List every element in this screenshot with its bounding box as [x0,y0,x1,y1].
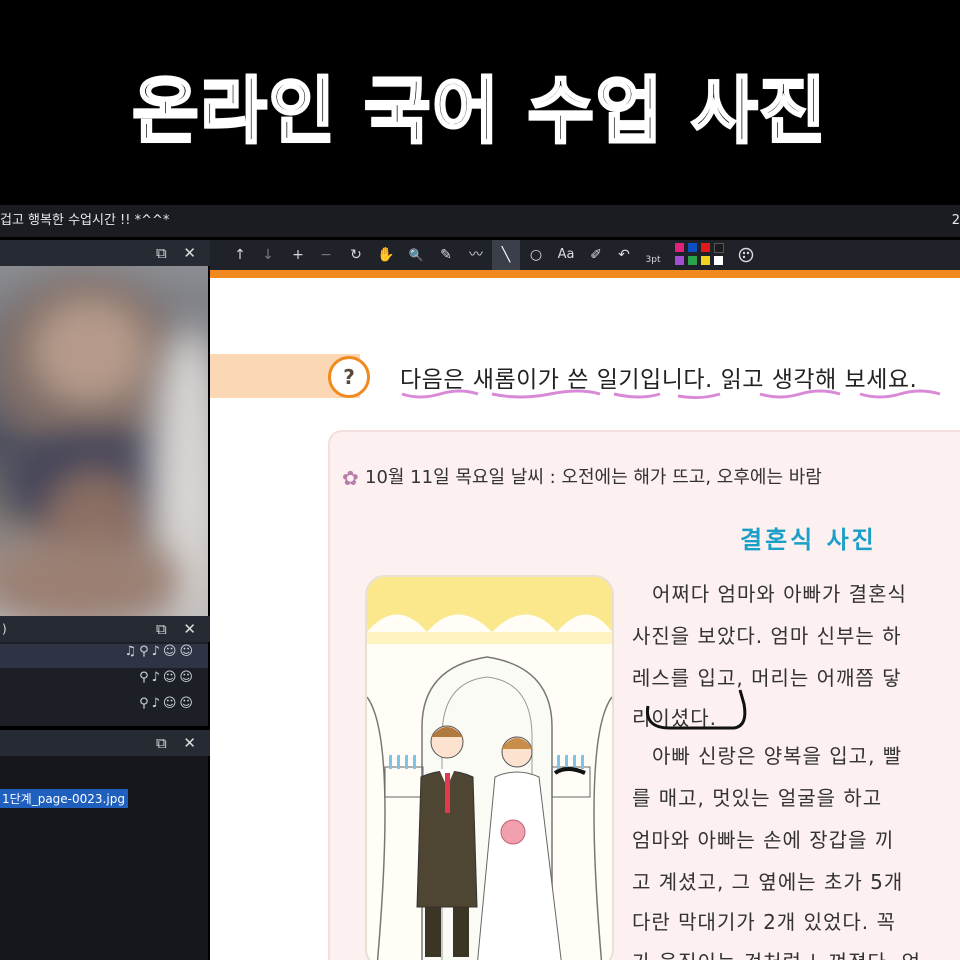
video-pane-header: ⧉ ✕ [0,240,210,266]
flower-icon: ✿ [342,466,359,490]
participant-status-icons[interactable]: ⚲♪☺☺ [139,670,196,685]
color-swatch[interactable] [675,243,684,252]
color-swatch[interactable] [714,256,723,265]
participants-list: ♫⚲♪☺☺ ⚲♪☺☺ ⚲♪☺☺ [0,642,208,726]
color-swatch[interactable] [701,256,710,265]
blur-blob [0,536,180,616]
eraser-icon[interactable]: ✐ [586,240,606,270]
annotation-toolbar: ↑ ↓ + − ↻ ✋ 🔍 ✎ 〰 ╲ ○ Aa ✐ ↶ 3pt [210,240,960,270]
line-tool-icon[interactable]: ╲ [492,240,520,270]
participants-pane-header: ) ⧉ ✕ [0,616,210,642]
story-line: 고 계셨고, 그 옆에는 초가 5개 [632,870,904,894]
arrow-up-icon[interactable]: ↑ [232,240,248,270]
banner-title: 온라인 국어 수업 사진 [131,68,828,155]
story-line: 어쩌다 엄마와 아빠가 결혼식 [652,582,907,606]
pane-controls[interactable]: ⧉ ✕ [156,240,202,266]
rotate-icon[interactable]: ↻ [346,240,366,270]
color-swatch[interactable] [675,256,684,265]
color-swatch[interactable] [714,243,724,253]
video-feed [0,266,208,616]
document-viewer[interactable]: ? 다음은 새롬이가 쓴 일기입니다. 읽고 생각해 보세요. ✿ 10월 11… [210,270,960,960]
story-line: 사진을 보았다. 엄마 신부는 하 [632,624,902,648]
hand-icon[interactable]: ✋ [376,240,396,270]
color-swatch[interactable] [688,243,697,252]
undo-icon[interactable]: ↶ [614,240,634,270]
wedding-illustration [365,575,614,960]
zoom-in-icon[interactable]: + [290,240,306,270]
circle-icon[interactable]: ○ [526,240,546,270]
freehand-icon[interactable]: 〰 [466,240,486,270]
window-indicator: 2 [951,213,960,228]
pink-underline-annotation [401,389,941,400]
participants-label: ) [2,622,7,636]
zoom-out-icon[interactable]: − [318,240,334,270]
files-pane-header: ⧉ ✕ [0,730,210,756]
story-line: 가 움직이는 것처럼 느껴졌다. 엄 [632,946,921,960]
files-list: 1단계_page-0023.jpg [0,756,208,960]
pen-icon[interactable]: ✎ [436,240,456,270]
window-title: 겁고 행복한 수업시간 !! *^^* [0,213,170,228]
participant-row[interactable]: ⚲♪☺☺ [0,670,208,694]
question-book-icon: ? [328,356,370,398]
arrow-down-icon[interactable]: ↓ [260,240,276,270]
story-line: 를 매고, 멋있는 얼굴을 하고 [632,786,883,810]
participant-row[interactable]: ♫⚲♪☺☺ [0,644,208,668]
magnifier-icon[interactable]: 🔍 [406,240,426,270]
participant-status-icons[interactable]: ♫⚲♪☺☺ [124,644,196,659]
blur-blob [30,296,150,406]
ink-bracket-annotation [645,689,747,730]
participant-status-icons[interactable]: ⚲♪☺☺ [139,696,196,711]
pane-controls[interactable]: ⧉ ✕ [156,616,202,642]
color-swatch[interactable] [701,243,710,252]
line-width-selector[interactable]: 3pt [642,240,664,270]
text-tool-icon[interactable]: Aa [554,240,578,270]
file-item[interactable]: 1단계_page-0023.jpg [0,789,128,808]
story-title: 결혼식 사진 [740,526,877,554]
pane-controls[interactable]: ⧉ ✕ [156,730,202,756]
page-top-border [210,270,960,278]
color-swatch[interactable] [688,256,697,265]
story-line: 엄마와 아빠는 손에 장갑을 끼 [632,828,895,852]
participant-row[interactable]: ⚲♪☺☺ [0,696,208,720]
palette-icon[interactable] [736,240,756,270]
window-titlebar: 겁고 행복한 수업시간 !! *^^* 2 [0,205,960,237]
story-line: 아빠 신랑은 양복을 입고, 빨 [652,744,903,768]
story-line: 다란 막대기가 2개 있었다. 꼭 [632,910,896,934]
date-weather-line: 10월 11일 목요일 날씨 : 오전에는 해가 뜨고, 오후에는 바람 [365,467,822,488]
